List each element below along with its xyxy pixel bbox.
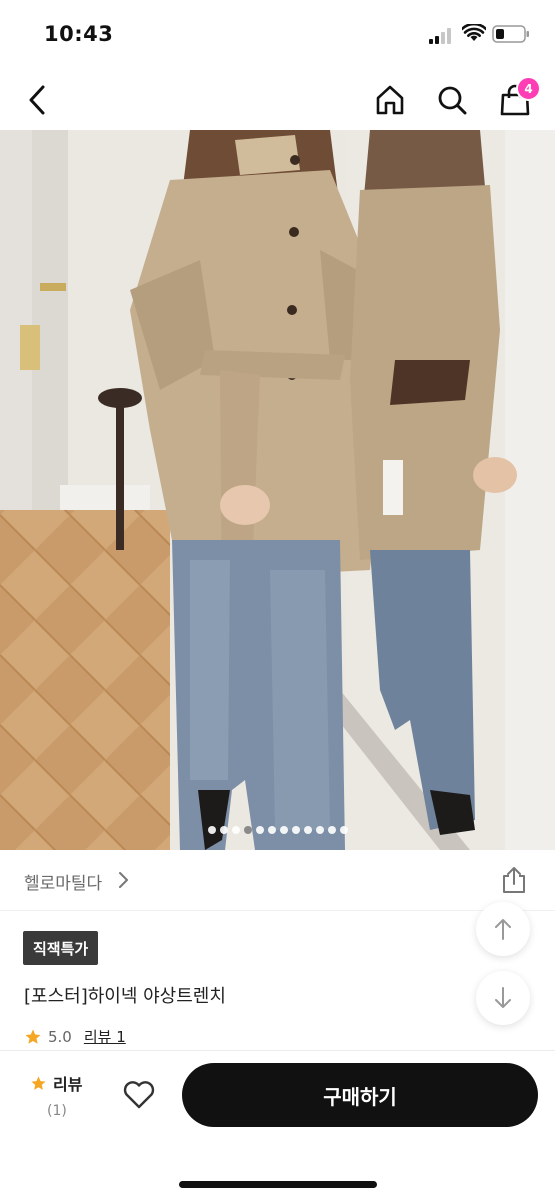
gallery-dot[interactable] [279, 826, 288, 834]
search-icon [438, 86, 467, 115]
gallery-dot[interactable] [315, 826, 324, 834]
product-image[interactable] [0, 130, 555, 850]
home-icon [376, 85, 404, 115]
chevron-right-icon [119, 872, 128, 888]
back-button[interactable] [20, 82, 56, 118]
heart-icon[interactable] [122, 1080, 156, 1110]
gallery-dot-active[interactable] [243, 826, 252, 834]
gallery-dot[interactable] [219, 826, 228, 834]
arrow-down-icon [495, 987, 511, 1008]
star-icon [25, 1029, 41, 1044]
gallery-dot[interactable] [327, 826, 336, 834]
gallery-dot[interactable] [255, 826, 264, 834]
arrow-up-icon [495, 919, 511, 940]
gallery-dot[interactable] [291, 826, 300, 834]
wifi-icon [462, 24, 486, 41]
buy-button[interactable]: 구매하기 [182, 1063, 538, 1127]
cart-count-badge: 4 [516, 76, 541, 101]
review-link[interactable]: 리뷰 1 [84, 1026, 126, 1047]
battery-icon [492, 25, 529, 43]
gallery-dot[interactable] [339, 826, 348, 834]
status-time: 10:43 [44, 22, 114, 46]
home-button[interactable] [372, 82, 408, 118]
top-nav [0, 70, 555, 130]
gallery-dot[interactable] [267, 826, 276, 834]
rating-score: 5.0 [48, 1027, 72, 1046]
gallery-dot[interactable] [231, 826, 240, 834]
product-title: [포스터]하이넥 야상트렌치 [24, 986, 226, 1007]
chevron-left-icon [29, 85, 45, 115]
review-summary[interactable]: 리뷰 (1) [30, 1071, 92, 1119]
signal-icon [429, 28, 451, 44]
share-icon[interactable] [500, 866, 528, 894]
search-button[interactable] [434, 82, 470, 118]
seller-row[interactable]: 헬로마틸다 [0, 850, 555, 911]
deal-badge: 직잭특가 [23, 931, 99, 965]
gallery-pagination[interactable] [0, 826, 555, 836]
seller-name[interactable]: 헬로마틸다 [24, 869, 102, 894]
review-label: 리뷰 [53, 1075, 83, 1094]
bottom-action-bar: 리뷰 (1) 구매하기 [0, 1050, 555, 1201]
home-indicator [179, 1181, 377, 1188]
status-bar: 10:43 [0, 0, 555, 70]
scroll-bottom-button[interactable] [476, 971, 530, 1025]
review-count: (1) [47, 1103, 67, 1119]
scroll-top-button[interactable] [476, 902, 530, 956]
gallery-dot[interactable] [207, 826, 216, 834]
gallery-dot[interactable] [303, 826, 312, 834]
product-photo [0, 130, 555, 850]
star-icon [31, 1075, 46, 1090]
rating-row: 5.0 리뷰 1 [24, 1026, 126, 1047]
